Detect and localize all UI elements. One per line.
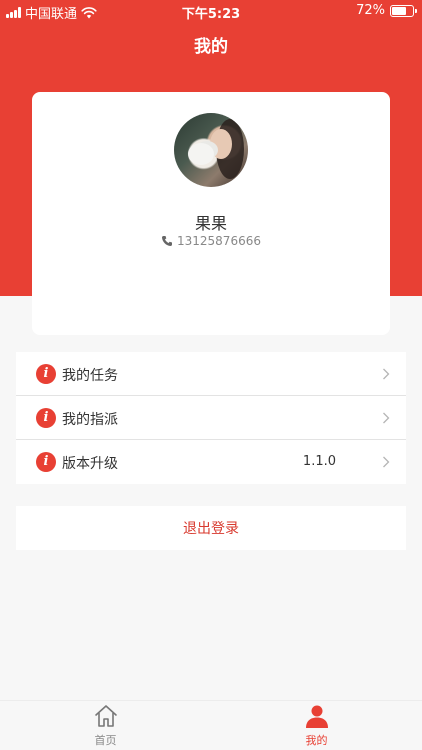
battery-icon [390, 4, 417, 17]
menu-item-label: 版本升级 [62, 456, 118, 472]
person-icon [305, 705, 328, 728]
avatar[interactable] [174, 113, 248, 187]
user-name: 果果 [194, 214, 227, 233]
menu-item-version-upgrade[interactable]: i 版本升级 1.1.0 [16, 440, 406, 484]
info-icon: i [36, 408, 56, 428]
tab-mine[interactable]: 我的 [211, 701, 422, 750]
tab-bar: 首页 我的 [0, 700, 422, 750]
page-title: 我的 [194, 37, 228, 57]
battery-percent: 72% [356, 3, 385, 18]
info-icon: i [36, 452, 56, 472]
chevron-right-icon [383, 456, 390, 468]
menu-list: i 我的任务 i 我的指派 i 版本升级 1.1.0 [16, 352, 406, 484]
menu-item-label: 我的任务 [62, 368, 118, 384]
status-right: 72% [356, 3, 417, 18]
chevron-right-icon [383, 412, 390, 424]
tab-label: 首页 [94, 734, 117, 747]
profile-card: 果果 13125876666 [32, 92, 390, 335]
menu-item-label: 我的指派 [62, 412, 118, 428]
version-value: 1.1.0 [302, 454, 336, 469]
tab-label: 我的 [305, 734, 328, 747]
info-icon: i [36, 364, 56, 384]
phone-number: 13125876666 [177, 234, 261, 248]
tab-home[interactable]: 首页 [0, 701, 211, 750]
menu-item-my-assignments[interactable]: i 我的指派 [16, 396, 406, 440]
phone-icon [162, 236, 172, 246]
home-icon [94, 705, 117, 727]
chevron-right-icon [383, 368, 390, 380]
phone-row: 13125876666 [32, 234, 390, 248]
status-bar: 中国联通 下午5:23 72% [0, 0, 422, 22]
menu-item-my-tasks[interactable]: i 我的任务 [16, 352, 406, 396]
logout-button[interactable]: 退出登录 [16, 506, 406, 550]
